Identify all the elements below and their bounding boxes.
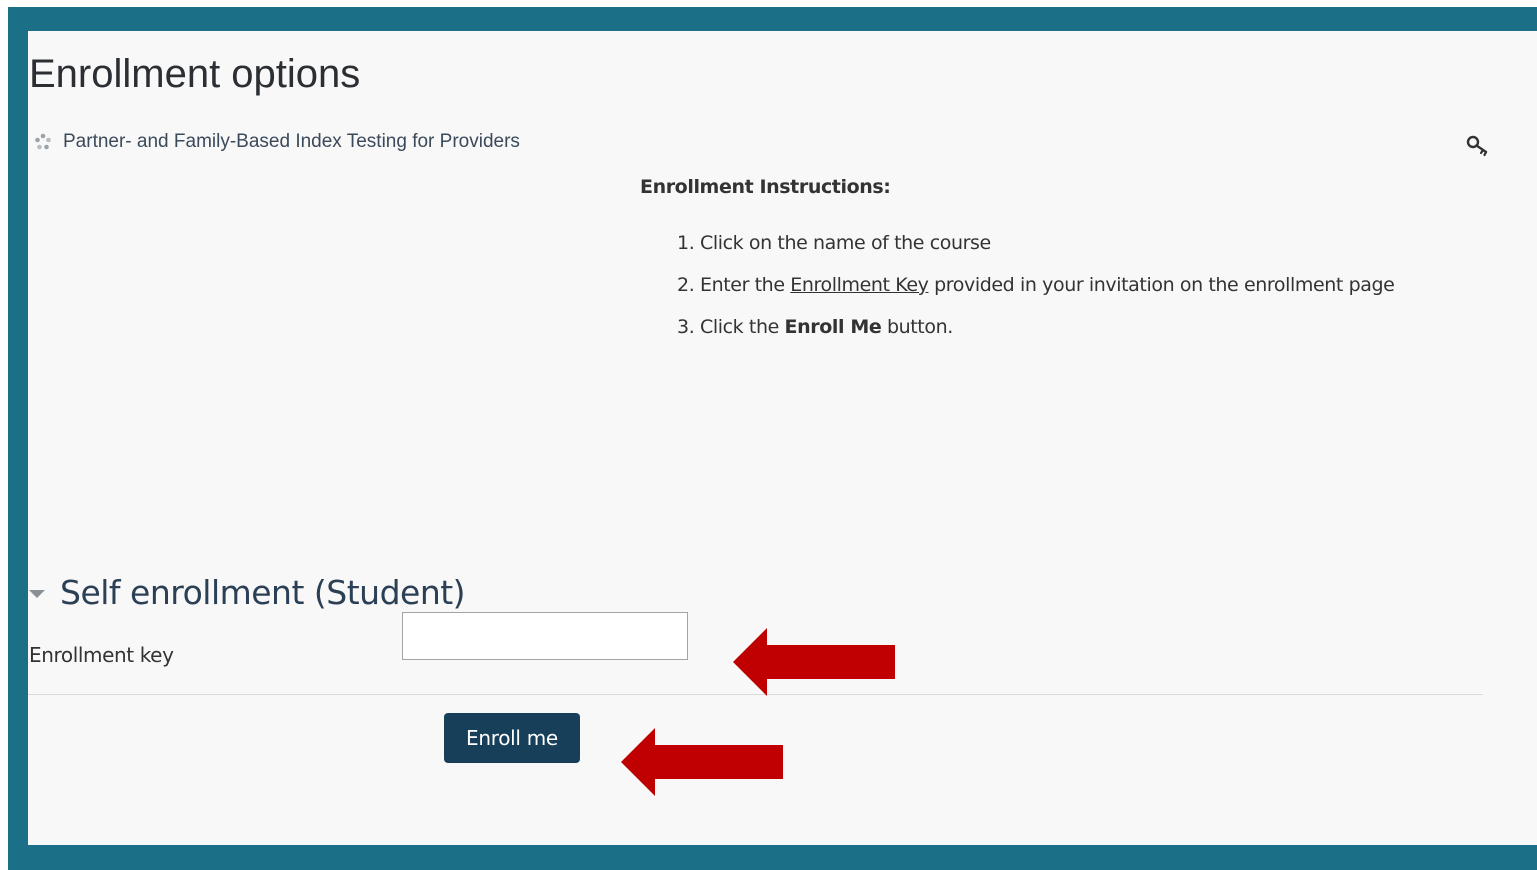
step-3-bold: Enroll Me <box>784 316 882 338</box>
arrow-pointing-button-icon <box>621 728 783 796</box>
step-2-post: provided in your invitation on the enrol… <box>928 274 1395 296</box>
step-3-post: button. <box>881 316 953 338</box>
step-1-text: Click on the name of the course <box>700 232 991 254</box>
enrollment-key-label: Enrollment key <box>29 643 174 667</box>
caret-down-icon[interactable] <box>28 587 46 599</box>
instructions-list: Click on the name of the course Enter th… <box>640 222 1460 348</box>
course-icon <box>33 132 53 152</box>
enroll-me-button[interactable]: Enroll me <box>444 713 580 763</box>
instruction-step-3: Click the Enroll Me button. <box>700 306 1460 348</box>
content-panel <box>28 31 1537 845</box>
instructions-heading: Enrollment Instructions: <box>640 176 891 198</box>
instruction-step-1: Click on the name of the course <box>700 222 1460 264</box>
arrow-pointing-input-icon <box>733 628 895 696</box>
course-row[interactable]: Partner- and Family-Based Index Testing … <box>33 131 520 153</box>
key-icon <box>1465 132 1491 158</box>
enrollment-key-input[interactable] <box>402 612 688 660</box>
step-2-pre: Enter the <box>700 274 791 296</box>
self-enrollment-title: Self enrollment (Student) <box>60 573 466 612</box>
step-3-pre: Click the <box>700 316 785 338</box>
page-title: Enrollment options <box>29 52 361 96</box>
self-enrollment-header[interactable]: Self enrollment (Student) <box>28 573 466 612</box>
course-name-link[interactable]: Partner- and Family-Based Index Testing … <box>63 131 520 153</box>
enrollment-instructions: Enrollment Instructions: Click on the na… <box>640 176 1460 348</box>
enrollment-key-link: Enrollment Key <box>790 274 929 296</box>
instruction-step-2: Enter the Enrollment Key provided in you… <box>700 264 1460 306</box>
